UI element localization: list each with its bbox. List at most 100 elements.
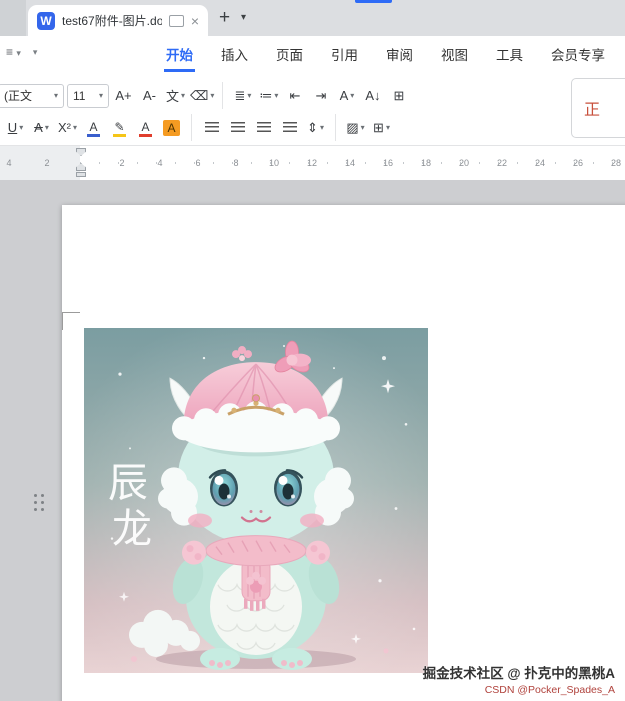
- ruler-number: 14: [344, 158, 356, 168]
- phonetic-guide-button[interactable]: 文 ▾: [164, 84, 187, 108]
- ribbon-row-paragraph: U ▾ A ▾ X² ▾ A ✎ A A ⇕ ▾ ▨ ▾ ⊞ ▾: [4, 114, 393, 141]
- font-color-button[interactable]: A: [134, 115, 157, 141]
- ribbon-tabs: 开始 插入 页面 引用 审阅 视图 工具 会员专享: [152, 36, 619, 72]
- text-effect-icon: A: [339, 88, 349, 103]
- monitor-icon[interactable]: [168, 14, 184, 27]
- color-bar: [87, 133, 100, 137]
- line-spacing-button[interactable]: ⇕ ▾: [304, 116, 327, 140]
- ruler-number: 24: [534, 158, 546, 168]
- tab-view[interactable]: 视图: [427, 36, 482, 72]
- shading-button[interactable]: ▨ ▾: [344, 116, 367, 140]
- dragon-illustration: 辰 龙: [84, 328, 428, 673]
- menu-left-controls: ≡ ▾ ▾: [6, 45, 37, 59]
- chevron-down-icon: ▾: [385, 123, 390, 132]
- borders-button[interactable]: ⊞ ▾: [370, 116, 393, 140]
- decrease-indent-button[interactable]: ⇤: [283, 84, 306, 108]
- left-indent-marker[interactable]: [76, 172, 86, 177]
- ruler-number: 18: [420, 158, 432, 168]
- ruler-number: 26: [572, 158, 584, 168]
- bullet-list-button[interactable]: ≣ ▾: [231, 84, 254, 108]
- tab-member[interactable]: 会员专享: [537, 36, 619, 72]
- tab-tools[interactable]: 工具: [482, 36, 537, 72]
- borders-icon: ⊞: [373, 119, 384, 135]
- strikethrough-icon: A: [34, 120, 43, 135]
- chevron-down-icon: ▾: [247, 91, 252, 100]
- chevron-down-icon: ▾: [44, 123, 49, 132]
- underline-button[interactable]: U ▾: [4, 116, 27, 140]
- image-caption: 辰 龙: [108, 460, 152, 552]
- strikethrough-button[interactable]: A ▾: [30, 116, 53, 140]
- tab-list-chevron-icon[interactable]: ▾: [241, 12, 246, 23]
- chevron-down-icon: ▾: [16, 48, 21, 58]
- highlight-button[interactable]: ✎: [108, 115, 131, 141]
- tab-review[interactable]: 审阅: [372, 36, 427, 72]
- sort-button[interactable]: A↓: [361, 84, 384, 108]
- char-color-icon: A: [89, 119, 98, 134]
- watermark-line2: CSDN @Pocker_Spades_A: [484, 684, 615, 696]
- increase-font-icon: A+: [115, 88, 132, 103]
- ruler-number: 2: [44, 158, 50, 168]
- decrease-font-button[interactable]: A-: [138, 84, 161, 108]
- ruler-number: 8: [233, 158, 239, 168]
- paragraph-drag-handle[interactable]: [34, 494, 45, 512]
- font-name-value: (正文: [4, 89, 32, 103]
- font-size-combobox[interactable]: 11 ▾: [67, 83, 109, 108]
- numbered-list-icon: ≔: [259, 87, 273, 103]
- increase-indent-button[interactable]: ⇥: [309, 84, 332, 108]
- menu-bar: ≡ ▾ ▾ 开始 插入 页面 引用 审阅 视图 工具 会员专享: [0, 36, 625, 72]
- increase-font-button[interactable]: A+: [112, 84, 135, 108]
- align-center-button[interactable]: [226, 116, 249, 140]
- tab-references[interactable]: 引用: [317, 36, 372, 72]
- align-justify-icon: [282, 122, 297, 133]
- document-tab-title: test67附件-图片.docx: [62, 14, 162, 28]
- tabbar-corner: [0, 0, 26, 36]
- clear-format-button[interactable]: ⌫ ▾: [190, 84, 214, 108]
- style-gallery[interactable]: 正: [571, 78, 625, 138]
- ruler-number: 16: [382, 158, 394, 168]
- close-tab-icon[interactable]: ×: [191, 14, 199, 28]
- highlight-pen-icon: ✎: [114, 119, 125, 134]
- wps-writer-icon: W: [37, 11, 55, 30]
- tab-page[interactable]: 页面: [262, 36, 317, 72]
- chevron-down-icon: ▾: [274, 91, 279, 100]
- font-size-value: 11: [73, 88, 86, 103]
- tab-insert[interactable]: 插入: [207, 36, 262, 72]
- inline-image-dragon[interactable]: 辰 龙: [84, 328, 428, 673]
- color-bar: [113, 133, 126, 137]
- char-shading-button[interactable]: A: [160, 116, 183, 140]
- hamburger-icon: ≡: [6, 45, 14, 59]
- text-effect-button[interactable]: A ▾: [335, 84, 358, 108]
- ruler-number: 2: [119, 158, 125, 168]
- align-left-button[interactable]: [200, 116, 223, 140]
- watermark-line1: 掘金技术社区 @ 扑克中的黑桃A: [422, 666, 615, 681]
- show-marks-button[interactable]: ⊞: [387, 84, 410, 108]
- phonetic-icon: 文: [165, 89, 179, 104]
- tab-home[interactable]: 开始: [152, 36, 207, 72]
- superscript-icon: X²: [57, 120, 71, 135]
- text-boundary-corner: [62, 312, 80, 330]
- document-tab[interactable]: W test67附件-图片.docx ×: [28, 5, 208, 36]
- align-justify-button[interactable]: [278, 116, 301, 140]
- align-center-icon: [230, 122, 245, 133]
- ribbon-divider: [335, 114, 336, 141]
- chevron-down-icon: ▾: [72, 123, 77, 132]
- caption-char-1: 辰: [108, 460, 148, 506]
- chevron-down-icon: ▾: [98, 91, 103, 100]
- new-tab-button[interactable]: +: [219, 7, 230, 29]
- numbered-list-button[interactable]: ≔ ▾: [257, 84, 280, 108]
- chevron-down-icon: ▾: [53, 91, 58, 100]
- document-page[interactable]: 辰 龙: [62, 205, 625, 701]
- sort-icon: A↓: [365, 88, 381, 103]
- ribbon-divider: [191, 114, 192, 141]
- font-name-combobox[interactable]: (正文 ▾: [0, 83, 64, 108]
- ruler-number: 28: [610, 158, 622, 168]
- outdent-icon: ⇤: [289, 87, 301, 103]
- superscript-button[interactable]: X² ▾: [56, 116, 79, 140]
- char-color-button[interactable]: A: [82, 115, 105, 141]
- quick-access-chevron-icon[interactable]: ▾: [33, 47, 38, 58]
- ribbon-divider: [222, 82, 224, 109]
- horizontal-ruler[interactable]: 4 2 2 4 6 8 10 12 14 16 18 20 22 24 26 2…: [0, 146, 625, 180]
- align-right-button[interactable]: [252, 116, 275, 140]
- grid-icon: ⊞: [393, 87, 405, 103]
- file-menu-button[interactable]: ≡ ▾: [6, 45, 21, 59]
